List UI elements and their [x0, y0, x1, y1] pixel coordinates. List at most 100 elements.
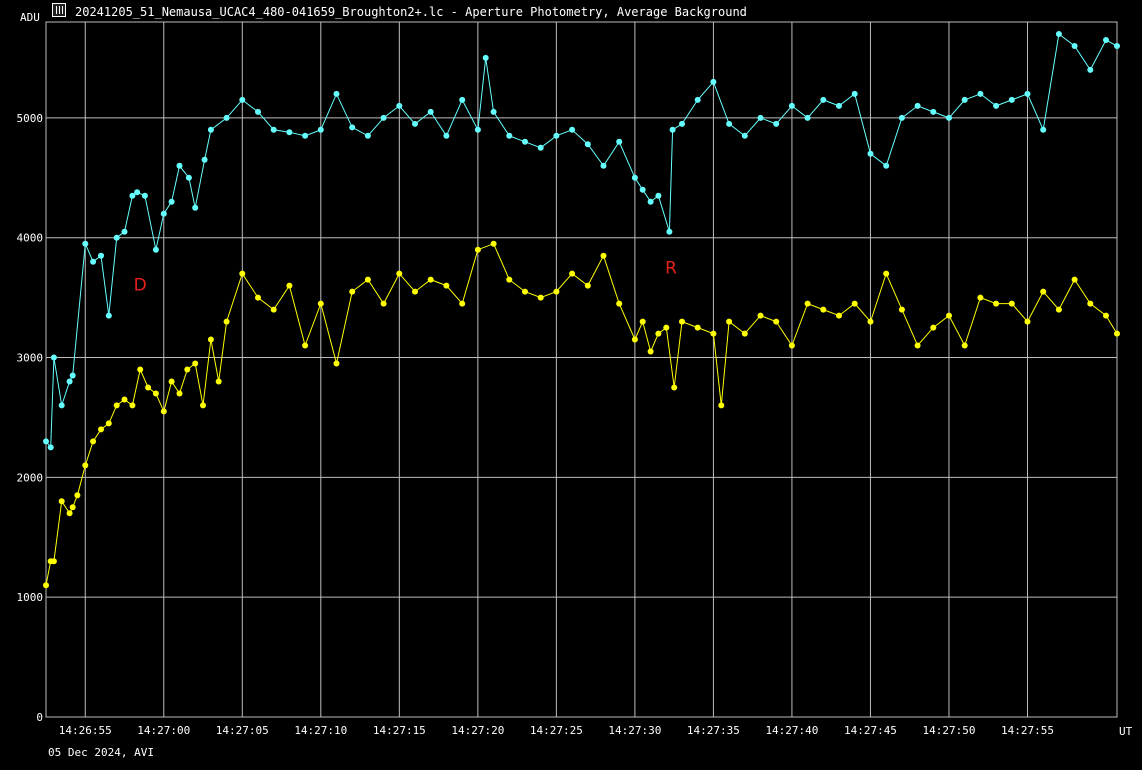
data-point	[757, 312, 764, 319]
chart-axes	[45, 21, 1118, 718]
data-point	[569, 126, 576, 133]
data-point	[647, 198, 654, 205]
data-point	[74, 492, 81, 499]
x-tick-label: 14:27:20	[451, 724, 504, 737]
x-tick-label: 14:27:35	[687, 724, 740, 737]
data-point	[459, 96, 466, 103]
chart-grid	[46, 22, 1117, 718]
data-point	[349, 124, 356, 131]
data-point	[223, 114, 230, 121]
x-tick-label: 14:27:00	[137, 724, 190, 737]
data-point	[820, 306, 827, 313]
data-point	[82, 240, 89, 247]
data-point	[851, 90, 858, 97]
data-point	[412, 288, 418, 295]
x-axis-label: UT	[1119, 725, 1133, 738]
chart-labels: 0 1000 2000 3000 4000 5000 14:26:55 14:27:00 14:…	[17, 112, 1054, 737]
y-tick-label: 1000	[17, 591, 44, 604]
data-point	[1040, 126, 1047, 133]
data-point	[820, 96, 827, 103]
data-point	[655, 192, 662, 199]
data-point	[851, 300, 858, 307]
data-point	[137, 366, 144, 373]
data-point	[168, 378, 175, 385]
footer-date-label: 05 Dec 2024, AVI	[48, 746, 154, 759]
data-point	[788, 342, 795, 349]
data-point	[141, 192, 148, 199]
data-point	[710, 330, 717, 337]
data-point	[201, 156, 208, 163]
data-point	[207, 126, 214, 133]
data-point	[380, 114, 387, 121]
data-point	[946, 114, 952, 121]
data-point	[1071, 276, 1078, 283]
data-point	[694, 324, 701, 331]
data-point	[105, 312, 112, 319]
data-point	[113, 402, 120, 409]
y-tick-label: 5000	[17, 112, 44, 125]
data-point	[553, 288, 560, 295]
data-point	[152, 390, 159, 397]
data-point	[349, 288, 356, 295]
data-point	[129, 402, 136, 409]
y-tick-label: 3000	[17, 352, 44, 365]
data-point	[1008, 96, 1015, 103]
y-tick-label: 2000	[17, 471, 44, 484]
data-point	[726, 318, 733, 325]
event-marker-r: R	[665, 259, 677, 279]
y-axis-label: ADU	[20, 11, 40, 24]
data-point	[883, 270, 890, 277]
data-point	[867, 150, 874, 157]
data-point	[192, 360, 199, 367]
data-point	[43, 582, 49, 589]
data-point	[506, 276, 513, 283]
data-point	[364, 276, 371, 283]
data-point	[255, 294, 261, 301]
data-point	[600, 162, 607, 169]
data-point	[836, 312, 842, 319]
data-point	[396, 270, 403, 277]
data-point	[185, 174, 192, 181]
data-point	[443, 132, 450, 139]
data-point	[396, 102, 403, 109]
x-tick-label: 14:27:50	[922, 724, 975, 737]
data-point	[1114, 330, 1120, 337]
data-point	[710, 78, 717, 85]
x-tick-label: 14:27:40	[765, 724, 818, 737]
data-point	[631, 336, 638, 343]
data-point	[537, 144, 544, 151]
data-point	[207, 336, 214, 343]
data-point	[946, 312, 952, 319]
data-point	[663, 324, 670, 331]
data-point	[726, 120, 733, 127]
data-point	[584, 282, 591, 289]
data-point	[270, 306, 277, 313]
data-point	[176, 390, 183, 397]
data-point	[490, 240, 497, 247]
data-point	[898, 306, 905, 313]
data-point	[160, 210, 167, 217]
data-point	[134, 189, 141, 196]
data-point	[647, 348, 654, 355]
data-point	[412, 120, 418, 127]
data-point	[741, 132, 748, 139]
data-point	[1103, 312, 1109, 319]
data-point	[1024, 90, 1031, 97]
data-point	[474, 246, 481, 253]
data-point	[90, 258, 97, 265]
data-point	[993, 102, 1000, 109]
data-point	[804, 114, 811, 121]
data-point	[98, 252, 104, 259]
data-point	[655, 330, 662, 337]
chart-series	[43, 31, 1120, 589]
data-point	[639, 318, 646, 325]
data-point	[184, 366, 191, 373]
data-point	[671, 384, 678, 391]
data-point	[286, 282, 293, 289]
data-point	[474, 126, 481, 133]
data-point	[883, 162, 890, 169]
data-point	[836, 102, 842, 109]
data-point	[616, 300, 623, 307]
data-point	[616, 138, 623, 145]
data-point	[58, 402, 65, 409]
